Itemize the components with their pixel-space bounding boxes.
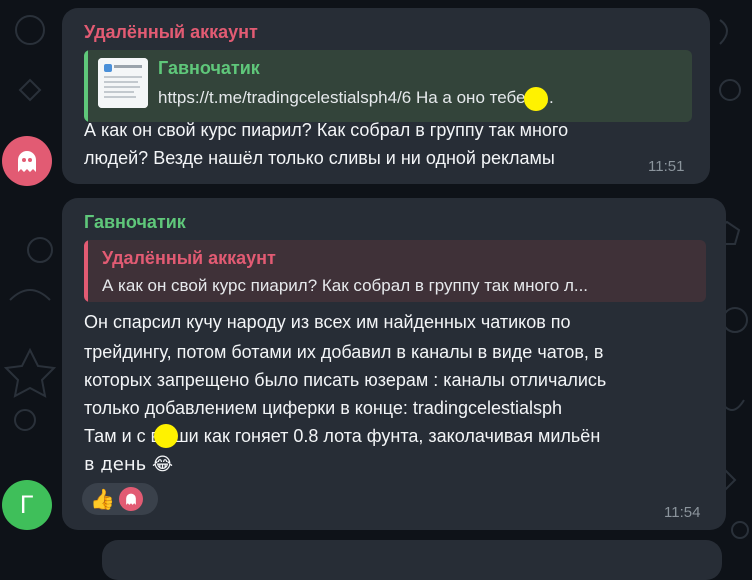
- next-message-bubble[interactable]: [102, 540, 722, 580]
- message-text-line: только добавлением циферки в конце: trad…: [84, 398, 563, 418]
- ghost-icon: [126, 493, 136, 505]
- reply-sender-name: Удалённый аккаунт: [102, 248, 276, 268]
- message-bubble-2[interactable]: Гавночатик Удалённый аккаунт А как он св…: [62, 198, 726, 530]
- message-text-line: людей? Везде нашёл только сливы и ни одн…: [84, 148, 555, 168]
- sender-name[interactable]: Удалённый аккаунт: [84, 22, 258, 43]
- message-time: 11:54: [664, 504, 701, 521]
- sender-name[interactable]: Гавночатик: [84, 212, 186, 233]
- message-text-line: Он спарсил кучу народу из всех им найден…: [84, 312, 571, 332]
- message-time: 11:51: [648, 158, 685, 175]
- reactions-bar[interactable]: 👍: [82, 483, 158, 515]
- reply-preview[interactable]: Удалённый аккаунт А как он свой курс пиа…: [84, 240, 706, 302]
- message-text-line: в день 😂: [84, 454, 173, 475]
- thumbs-up-icon[interactable]: 👍: [90, 489, 115, 509]
- reply-text: https://t.me/tradingcelestialsph4/6 На а…: [158, 88, 554, 107]
- link-thumbnail: [98, 58, 148, 108]
- message-text-line: трейдингу, потом ботами их добавил в кан…: [84, 342, 604, 362]
- message-text-line: которых запрещено было писать юзерам : к…: [84, 370, 607, 390]
- ghost-icon: [18, 151, 36, 172]
- avatar-gavnochatik[interactable]: Г: [2, 480, 52, 530]
- reply-text: А как он свой курс пиарил? Как собрал в …: [102, 276, 589, 295]
- reply-preview[interactable]: Гавночатик https://t.me/tradingcelestial…: [84, 50, 692, 122]
- reaction-avatar[interactable]: [118, 487, 143, 511]
- reply-accent-bar: [84, 240, 88, 302]
- reply-sender-name: Гавночатик: [158, 58, 260, 78]
- message-text-line: А как он свой курс пиарил? Как собрал в …: [84, 120, 569, 140]
- reply-accent-bar: [84, 50, 88, 122]
- avatar-letter: Г: [19, 491, 35, 519]
- avatar-deleted-account[interactable]: [2, 136, 52, 186]
- redaction-mark: [524, 87, 548, 111]
- message-bubble-1[interactable]: Удалённый аккаунт Гавночатик https://t.m…: [62, 8, 710, 184]
- redaction-mark: [154, 424, 178, 448]
